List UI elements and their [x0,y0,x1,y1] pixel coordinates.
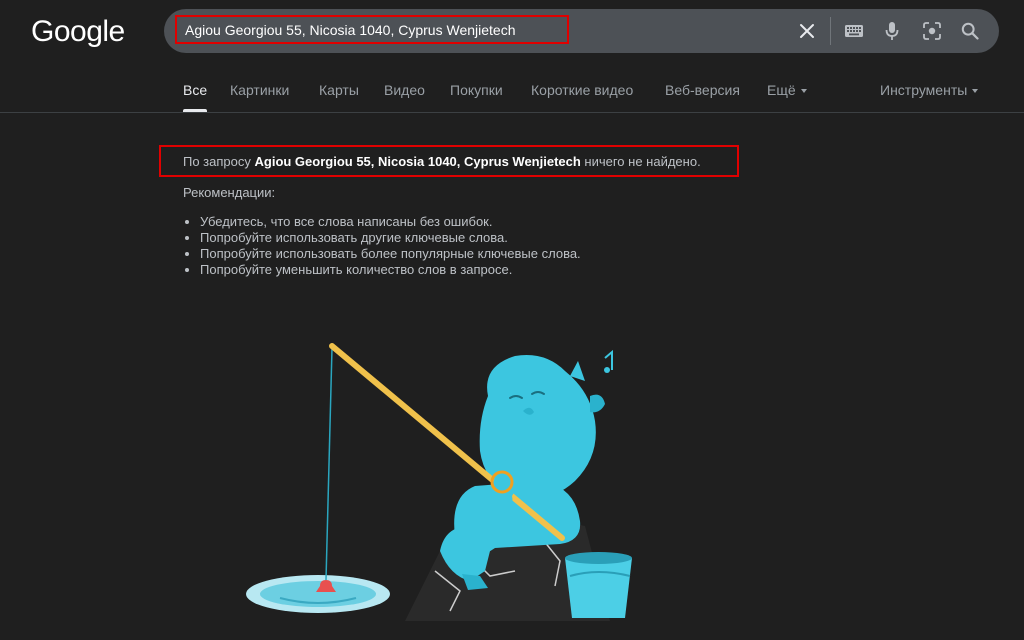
tab-more[interactable]: Ещё [767,82,807,98]
lens-icon[interactable] [921,20,943,42]
fishing-creature-illustration [246,343,632,621]
close-icon[interactable] [796,20,818,42]
chevron-down-icon [972,89,979,94]
header-divider [0,112,1024,113]
tab-maps[interactable]: Карты [319,82,359,98]
list-item: Попробуйте использовать более популярные… [200,246,581,262]
tab-images[interactable]: Картинки [230,82,289,98]
list-item: Попробуйте использовать другие ключевые … [200,230,581,246]
no-results-query: Agiou Georgiou 55, Nicosia 1040, Cyprus … [254,154,581,169]
search-bar[interactable] [164,9,999,53]
search-input[interactable] [185,20,560,40]
tab-web[interactable]: Веб-версия [665,82,740,98]
microphone-icon[interactable] [881,20,903,42]
query-highlight-box [175,15,569,44]
chevron-down-icon [800,89,807,94]
tab-videos[interactable]: Видео [384,82,425,98]
creature-ear [590,394,605,413]
recommendations-title: Рекомендации: [183,185,276,200]
list-item: Убедитесь, что все слова написаны без ош… [200,214,581,230]
tab-all[interactable]: Все [183,82,208,112]
fishing-line [325,347,333,581]
keyboard-icon[interactable] [843,20,865,42]
recommendations-list: Убедитесь, что все слова написаны без ош… [183,214,581,278]
no-results-message: По запросу Agiou Georgiou 55, Nicosia 10… [183,154,701,169]
bucket [565,558,632,618]
no-results-highlight-box: По запросу Agiou Georgiou 55, Nicosia 10… [159,145,739,177]
list-item: Попробуйте уменьшить количество слов в з… [200,262,581,278]
google-logo[interactable]: Google [31,15,125,49]
search-icon[interactable] [959,20,981,42]
tools-button[interactable]: Инструменты [880,82,979,98]
tab-shopping[interactable]: Покупки [450,82,503,98]
search-divider [830,17,831,45]
tab-short-videos[interactable]: Короткие видео [531,82,633,98]
